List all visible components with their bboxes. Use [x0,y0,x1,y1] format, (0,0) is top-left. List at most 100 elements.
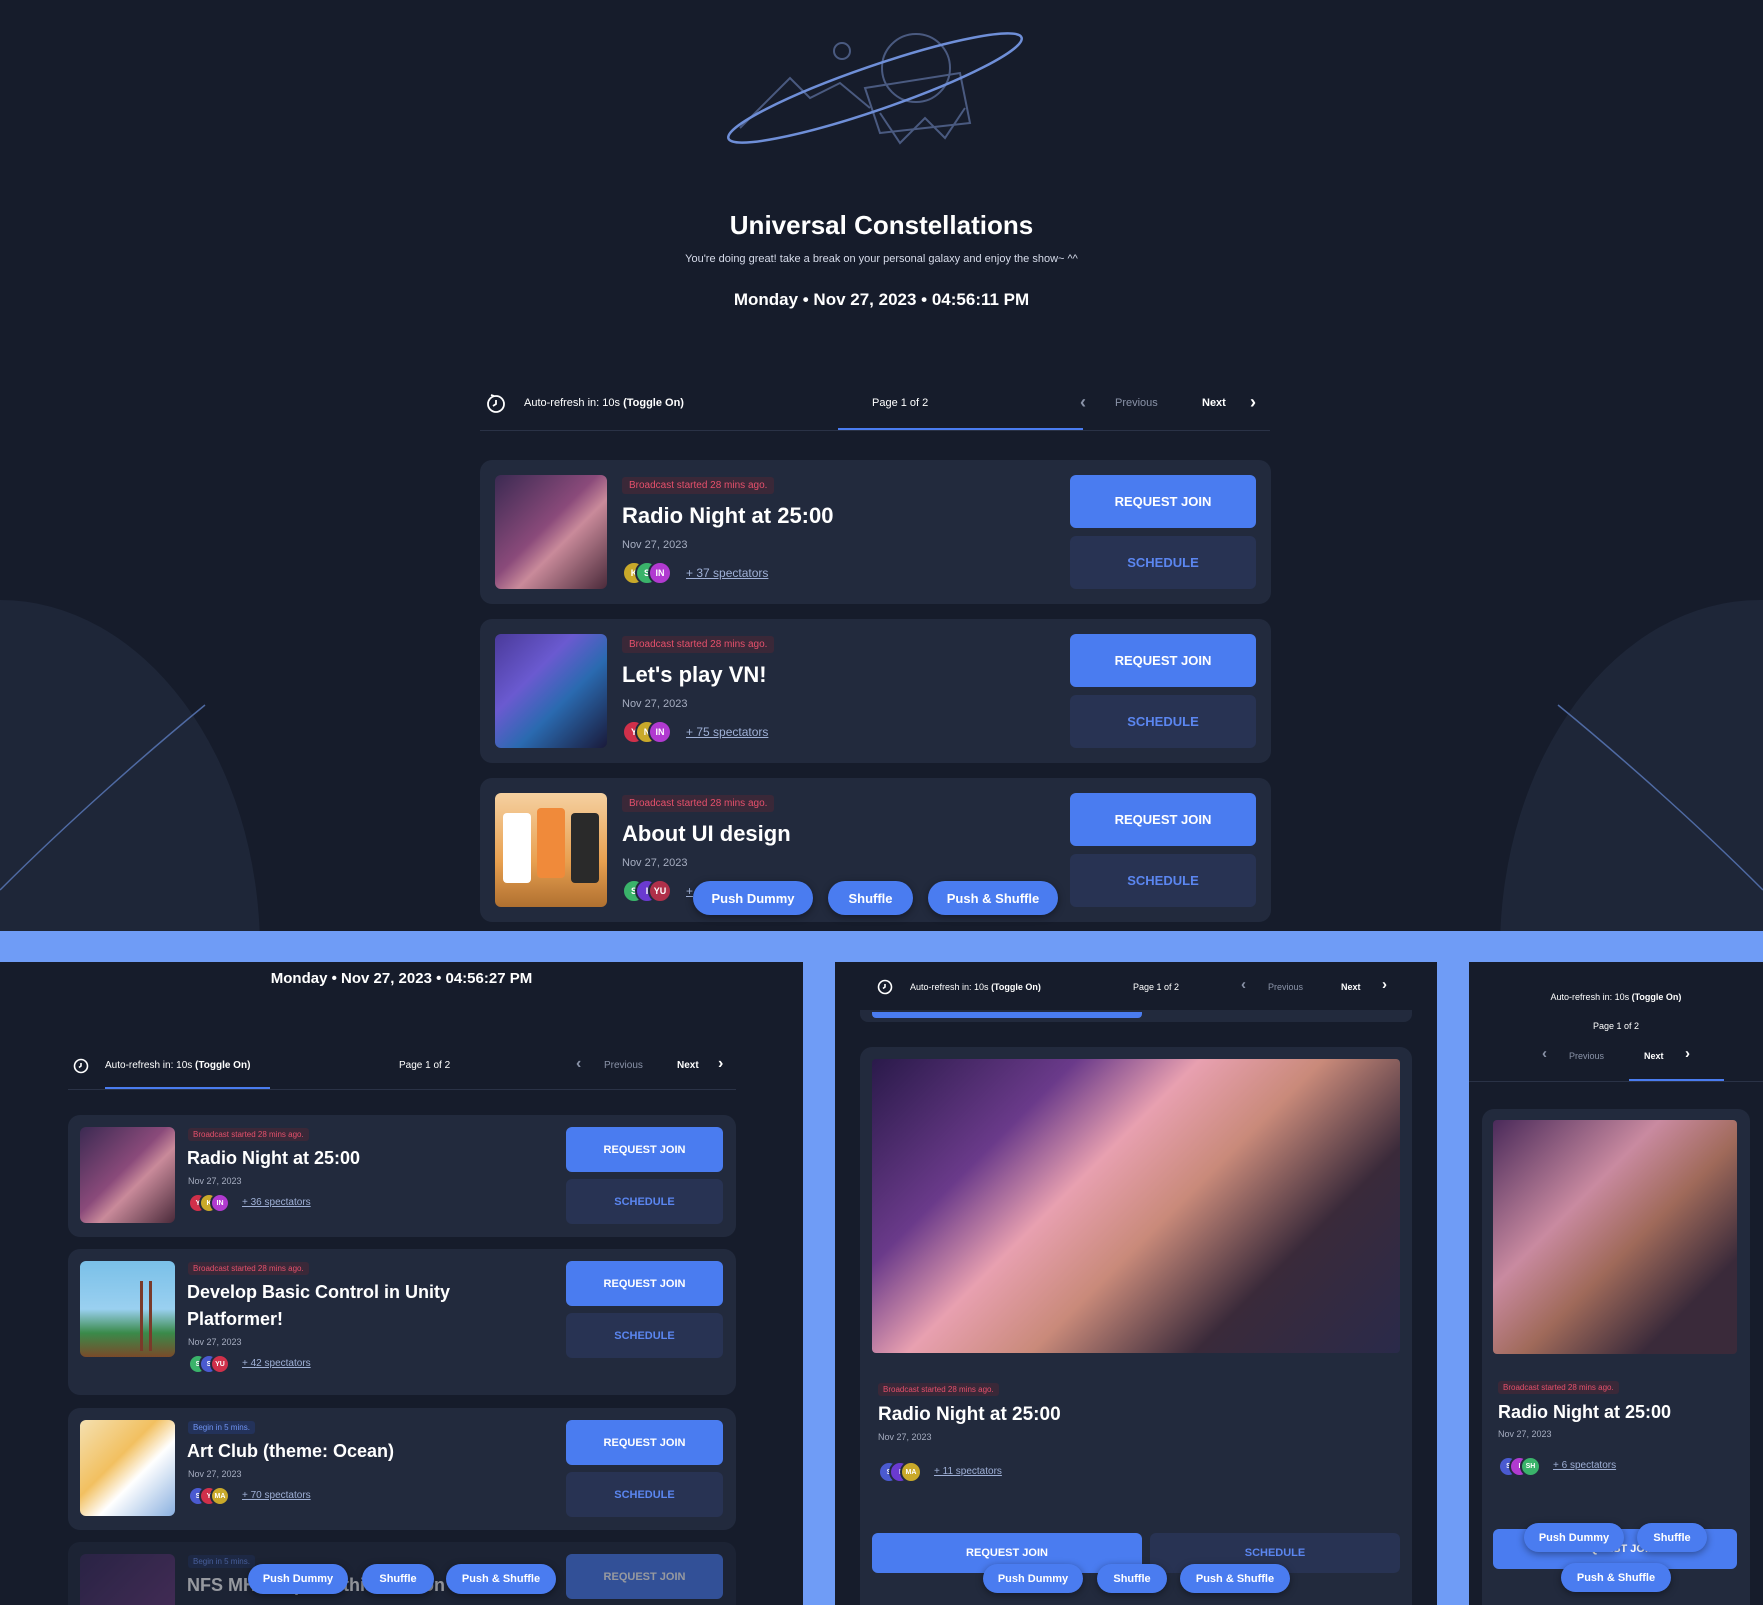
stream-title[interactable]: Let's play VN! [622,662,767,688]
thumbnail-detail [140,1281,152,1351]
timer-icon[interactable] [876,977,894,995]
stream-thumbnail[interactable] [80,1127,175,1223]
stream-title[interactable]: Radio Night at 25:00 [1498,1402,1671,1423]
divider-band [1437,962,1469,1605]
shuffle-button[interactable]: Shuffle [1637,1523,1707,1552]
chevron-left-icon[interactable]: ‹ [576,1056,581,1072]
stream-date: Nov 27, 2023 [622,539,688,551]
schedule-button[interactable]: SCHEDULE [566,1179,723,1224]
previous-button[interactable]: Previous [1268,982,1303,992]
stream-thumbnail[interactable] [495,475,607,589]
stream-title[interactable]: Develop Basic Control in Unity [187,1282,450,1303]
avatar[interactable]: YU [210,1354,230,1374]
request-join-button[interactable]: REQUEST JOIN [1070,475,1256,528]
auto-refresh-status[interactable]: Auto-refresh in: 10s (Toggle On) [910,982,1041,992]
spectators-link[interactable]: + 6 spectators [1553,1460,1616,1471]
stream-title[interactable]: About UI design [622,821,791,847]
schedule-button[interactable]: SCHEDULE [566,1472,723,1517]
push-shuffle-button[interactable]: Push & Shuffle [446,1564,556,1594]
avatar[interactable]: SH [1520,1456,1541,1477]
chevron-right-icon[interactable]: › [718,1056,723,1072]
chevron-right-icon[interactable]: › [1250,393,1256,411]
thumbnail-detail [571,813,599,883]
auto-refresh-status[interactable]: Auto-refresh in: 10s (Toggle On) [105,1060,250,1071]
schedule-button[interactable]: SCHEDULE [1070,854,1256,907]
stream-title[interactable]: Radio Night at 25:00 [187,1148,360,1169]
stream-thumbnail[interactable] [80,1554,175,1605]
push-shuffle-button[interactable]: Push & Shuffle [1561,1563,1671,1592]
chevron-right-icon[interactable]: › [1382,977,1387,992]
page-indicator: Page 1 of 2 [1592,1021,1640,1031]
stream-thumbnail[interactable] [495,793,607,907]
request-join-button[interactable]: REQUEST JOIN [1070,793,1256,846]
stream-thumbnail[interactable] [872,1059,1400,1353]
timer-icon[interactable] [72,1056,90,1074]
schedule-button[interactable]: SCHEDULE [1070,695,1256,748]
chevron-left-icon[interactable]: ‹ [1542,1046,1547,1061]
app-title: Universal Constellations [729,210,1034,240]
stream-title[interactable]: Radio Night at 25:00 [878,1404,1061,1426]
previous-button[interactable]: Previous [1115,397,1158,409]
shuffle-button[interactable]: Shuffle [1097,1564,1167,1593]
shuffle-button[interactable]: Shuffle [362,1564,434,1594]
schedule-button[interactable]: SCHEDULE [566,1313,723,1358]
page-indicator: Page 1 of 2 [872,397,929,409]
chevron-left-icon[interactable]: ‹ [1080,393,1086,411]
stream-date: Nov 27, 2023 [622,857,688,869]
next-button[interactable]: Next [1341,982,1361,992]
avatar[interactable]: IN [648,720,672,744]
auto-refresh-status[interactable]: Auto-refresh in: 10s (Toggle On) [1469,992,1763,1002]
shuffle-button[interactable]: Shuffle [828,881,913,915]
push-shuffle-button[interactable]: Push & Shuffle [928,881,1058,915]
avatar[interactable]: MA [210,1486,230,1506]
request-join-button[interactable]: REQUEST JOIN [566,1554,723,1599]
avatar[interactable]: MA [900,1461,922,1483]
request-join-button[interactable]: REQUEST JOIN [566,1420,723,1465]
schedule-button[interactable]: SCHEDULE [1070,536,1256,589]
spectators-link[interactable]: + 42 spectators [242,1358,311,1369]
stream-date: Nov 27, 2023 [188,1176,242,1186]
stream-title-line2[interactable]: Platformer! [187,1309,283,1330]
stream-thumbnail[interactable] [1493,1120,1737,1354]
spectators-link[interactable]: + 37 spectators [686,566,768,580]
next-button[interactable]: Next [1644,1051,1664,1061]
chevron-left-icon[interactable]: ‹ [1241,977,1246,992]
app-subtitle: You're doing great! take a break on your… [685,253,1078,265]
request-join-button[interactable]: REQUEST JOIN [566,1127,723,1172]
push-dummy-button[interactable]: Push Dummy [1524,1523,1624,1552]
toolbar-divider [68,1089,736,1090]
avatar[interactable]: IN [648,561,672,585]
request-join-button[interactable]: REQUEST JOIN [566,1261,723,1306]
spectators-link[interactable]: + 36 spectators [242,1197,311,1208]
orbit-line-left-icon [0,704,206,891]
status-badge: Broadcast started 28 mins ago. [622,477,775,494]
status-badge: Broadcast started 28 mins ago. [1498,1381,1619,1394]
spectators-link[interactable]: + 11 spectators [934,1466,1002,1477]
avatar[interactable]: YU [648,879,672,903]
request-join-button[interactable]: REQUEST JOIN [1070,634,1256,687]
spectators-link[interactable]: + 75 spectators [686,725,768,739]
stream-title[interactable]: Radio Night at 25:00 [622,503,833,529]
push-dummy-button[interactable]: Push Dummy [248,1564,348,1594]
previous-button[interactable]: Previous [604,1060,643,1071]
stream-card: Broadcast started 28 mins ago. Radio Nig… [480,460,1271,604]
spectators-link[interactable]: + 70 spectators [242,1490,311,1501]
stream-thumbnail[interactable] [495,634,607,748]
stream-thumbnail[interactable] [80,1261,175,1357]
stream-date: Nov 27, 2023 [188,1469,242,1479]
push-shuffle-button[interactable]: Push & Shuffle [1180,1564,1290,1593]
auto-refresh-status[interactable]: Auto-refresh in: 10s (Toggle On) [524,397,684,409]
push-dummy-button[interactable]: Push Dummy [693,881,813,915]
next-button[interactable]: Next [677,1060,699,1071]
spectators-link[interactable]: + [686,884,693,898]
stream-thumbnail[interactable] [80,1420,175,1516]
datetime: Monday • Nov 27, 2023 • 04:56:11 PM [733,290,1030,309]
push-dummy-button[interactable]: Push Dummy [983,1564,1083,1593]
next-button[interactable]: Next [1202,397,1226,409]
stream-title[interactable]: Art Club (theme: Ocean) [187,1441,394,1462]
timer-icon[interactable] [485,392,507,414]
avatar[interactable]: IN [210,1193,230,1213]
previous-button[interactable]: Previous [1569,1051,1604,1061]
datetime: Monday • Nov 27, 2023 • 04:56:27 PM [270,970,533,987]
chevron-right-icon[interactable]: › [1685,1046,1690,1061]
